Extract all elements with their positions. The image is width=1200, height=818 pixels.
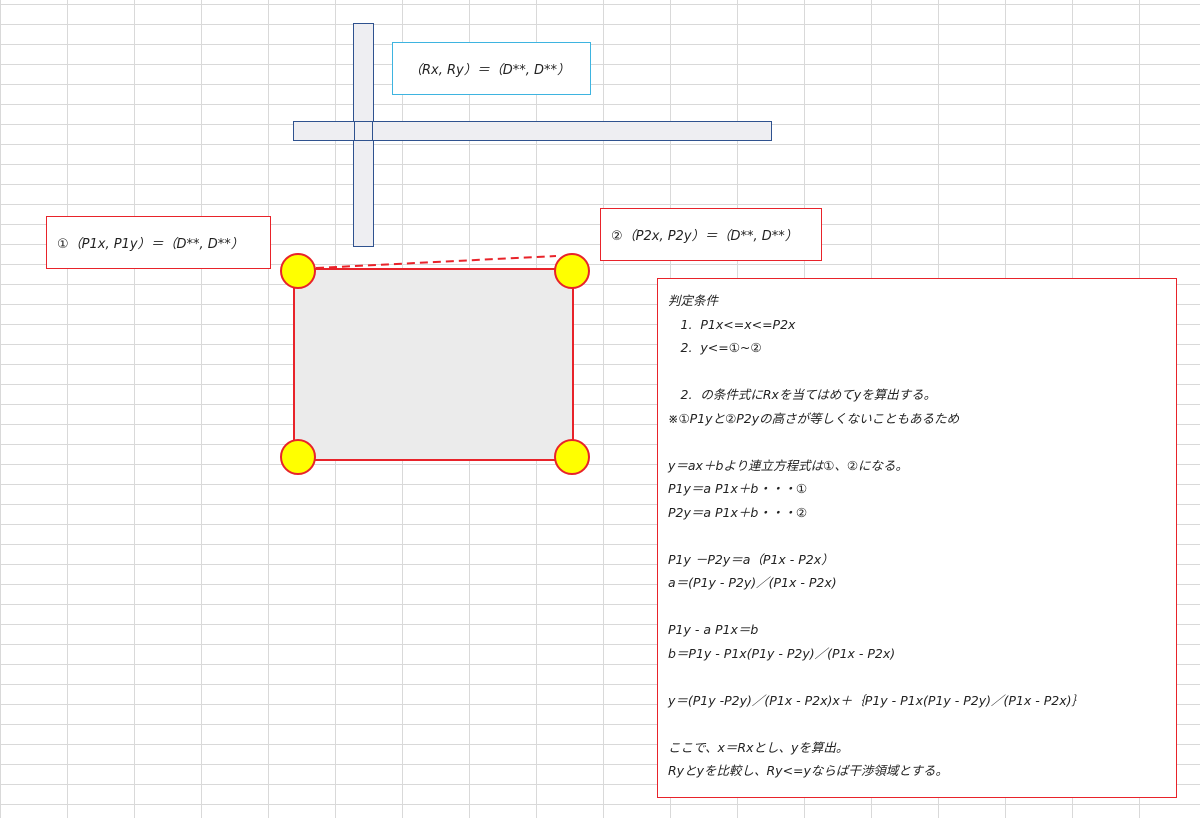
notes-line: b＝P1y - P1x(P1y - P2y)／(P1x - P2x): [668, 645, 896, 661]
notes-line: [668, 712, 1166, 736]
notes-line: ※①P1yと②P2yの高さが等しくないこともあるため: [668, 410, 960, 426]
notes-line: [668, 665, 1166, 689]
notes-line: 1. P1x<=x<=P2x: [668, 316, 796, 332]
notes-line: [668, 430, 1166, 454]
notes-line: y＝ax＋bより連立方程式は①、②になる。: [668, 457, 909, 473]
notes-line: 2. y<=①~②: [668, 340, 762, 355]
notes-line: 2. の条件式にRxを当てはめてyを算出する。: [668, 387, 937, 402]
notes-line: P1y＝a P1x＋b・・・①: [668, 481, 808, 496]
notes-line: P1y －P2y＝a（P1x - P2x）: [668, 551, 834, 567]
corner-handle-top-left[interactable]: [280, 253, 316, 289]
corner-handle-bottom-left[interactable]: [280, 439, 316, 475]
notes-line: P2y＝a P1x＋b・・・②: [668, 504, 808, 520]
notes-line: y＝(P1y -P2y)／(P1x - P2x)x＋｛P1y - P1x(P1y…: [668, 692, 1085, 708]
notes-line: P1y - a P1x＝b: [668, 622, 759, 637]
notes-line: Ryとyを比較し、Ry<=yならば干渉領域とする。: [668, 763, 949, 778]
notes-line: [668, 524, 1166, 548]
notes-line: 判定条件: [668, 293, 719, 308]
notes-lines: 判定条件 1. P1x<=x<=P2x 2. y<=①~② 2. の条件式にRx…: [668, 289, 1166, 783]
notes-line: [668, 595, 1166, 619]
notes-line: ここで、x＝Rxとし、yを算出。: [668, 739, 849, 755]
judgment-notes-box[interactable]: 判定条件 1. P1x<=x<=P2x 2. y<=①~② 2. の条件式にRx…: [657, 278, 1177, 798]
notes-line: a＝(P1y - P2y)／(P1x - P2x): [668, 575, 837, 590]
corner-handle-top-right[interactable]: [554, 253, 590, 289]
notes-line: [668, 360, 1166, 384]
corner-handle-bottom-right[interactable]: [554, 439, 590, 475]
